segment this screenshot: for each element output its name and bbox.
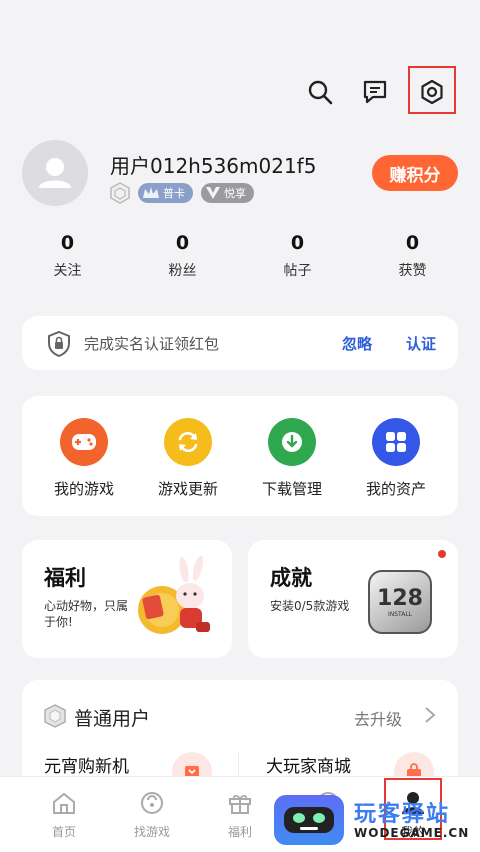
joy-badge-label: 悦享	[224, 187, 246, 200]
default-avatar-icon	[39, 158, 71, 188]
stat-posts[interactable]: 0 帖子	[240, 232, 355, 280]
find-game-icon	[141, 792, 163, 814]
achievement-subtitle: 安装0/5款游戏	[270, 599, 350, 613]
settings-highlight	[408, 66, 456, 114]
verify-prompt: 完成实名认证领红包	[84, 335, 220, 353]
stat-value: 0	[405, 232, 420, 254]
grid-icon	[386, 432, 406, 452]
tab-label: 首页	[51, 825, 76, 839]
real-name-verify-banner: 完成实名认证领红包 忽略 认证	[22, 316, 458, 370]
home-icon	[53, 793, 75, 814]
tool-label: 我的游戏	[53, 480, 114, 498]
welfare-title: 福利	[44, 566, 86, 590]
tool-icon-bg	[164, 418, 212, 466]
quick-tools: 我的游戏 游戏更新 下载管理 我的资产	[22, 396, 458, 516]
gamepad-icon	[72, 434, 96, 450]
watermark: 玩客驿站 WODEGAME.CN	[274, 794, 474, 846]
stat-value: 0	[175, 232, 190, 254]
upgrade-link[interactable]: 去升级	[354, 706, 402, 730]
download-icon	[282, 432, 302, 452]
tool-my-games[interactable]: 我的游戏	[39, 418, 129, 499]
member-level-title: 普通用户	[74, 708, 151, 730]
stat-value: 0	[60, 232, 75, 254]
welfare-subtitle: 心动好物，只属于你!	[44, 599, 129, 629]
tab-find-game[interactable]: 找游戏	[117, 791, 187, 840]
messages-button[interactable]	[355, 72, 395, 112]
search-icon	[308, 80, 333, 105]
user-badges: 普卡 悦享	[110, 182, 254, 204]
card-badge[interactable]: 普卡	[138, 183, 193, 203]
tool-label: 下载管理	[261, 480, 322, 498]
stat-label: 粉丝	[168, 263, 197, 279]
stat-value: 0	[290, 232, 305, 254]
tab-label: 找游戏	[133, 825, 170, 839]
achievement-title: 成就	[270, 566, 312, 590]
shield-lock-icon	[48, 330, 70, 358]
tool-icon-bg	[372, 418, 420, 466]
tool-game-updates[interactable]: 游戏更新	[143, 418, 233, 499]
stat-likes[interactable]: 0 获赞	[355, 232, 470, 280]
level-hexagon-icon	[110, 182, 130, 204]
crown-icon	[143, 187, 159, 198]
install-medal-icon: 128 INSTALL	[368, 570, 432, 634]
member-benefit-item[interactable]: 元宵购新机	[44, 752, 129, 777]
verify-link[interactable]: 认证	[406, 333, 436, 354]
tool-my-assets[interactable]: 我的资产	[351, 418, 441, 499]
stat-fans[interactable]: 0 粉丝	[125, 232, 240, 280]
user-stats: 0 关注 0 粉丝 0 帖子 0 获赞	[10, 232, 470, 280]
earn-points-button[interactable]: 赚积分	[372, 155, 458, 191]
avatar[interactable]	[22, 140, 88, 206]
welfare-card[interactable]: 福利 心动好物，只属于你!	[22, 540, 232, 658]
username: 用户012h536m021f5	[110, 154, 317, 178]
new-dot-badge	[438, 550, 446, 558]
watermark-domain: WODEGAME.CN	[354, 826, 470, 840]
tool-label: 游戏更新	[157, 480, 218, 498]
stat-following[interactable]: 0 关注	[10, 232, 125, 280]
joy-badge[interactable]: 悦享	[201, 183, 254, 203]
v-emblem-icon	[206, 187, 220, 199]
rabbit-mascot-icon	[138, 556, 210, 634]
chevron-right-icon[interactable]	[424, 706, 436, 724]
robot-logo-icon	[274, 795, 344, 845]
medal-number: 128	[377, 586, 423, 611]
tool-icon-bg	[268, 418, 316, 466]
stat-label: 关注	[53, 263, 82, 279]
member-benefit-item[interactable]: 大玩家商城	[266, 752, 351, 777]
stat-label: 帖子	[283, 263, 312, 279]
member-level-icon	[44, 704, 66, 728]
watermark-title: 玩客驿站	[354, 802, 451, 827]
tool-icon-bg	[60, 418, 108, 466]
medal-subtext: INSTALL	[387, 611, 413, 618]
tool-download-manager[interactable]: 下载管理	[247, 418, 337, 499]
refresh-icon	[178, 431, 198, 453]
card-badge-label: 普卡	[163, 187, 185, 200]
tab-label: 福利	[227, 825, 252, 839]
gift-icon	[229, 794, 251, 814]
tool-label: 我的资产	[365, 480, 426, 498]
search-button[interactable]	[300, 72, 340, 112]
tab-welfare[interactable]: 福利	[205, 791, 275, 840]
message-icon	[363, 80, 387, 104]
ignore-link[interactable]: 忽略	[342, 333, 372, 354]
achievement-card[interactable]: 成就 安装0/5款游戏 128 INSTALL	[248, 540, 458, 658]
stat-label: 获赞	[398, 263, 427, 279]
tab-home[interactable]: 首页	[29, 791, 99, 840]
